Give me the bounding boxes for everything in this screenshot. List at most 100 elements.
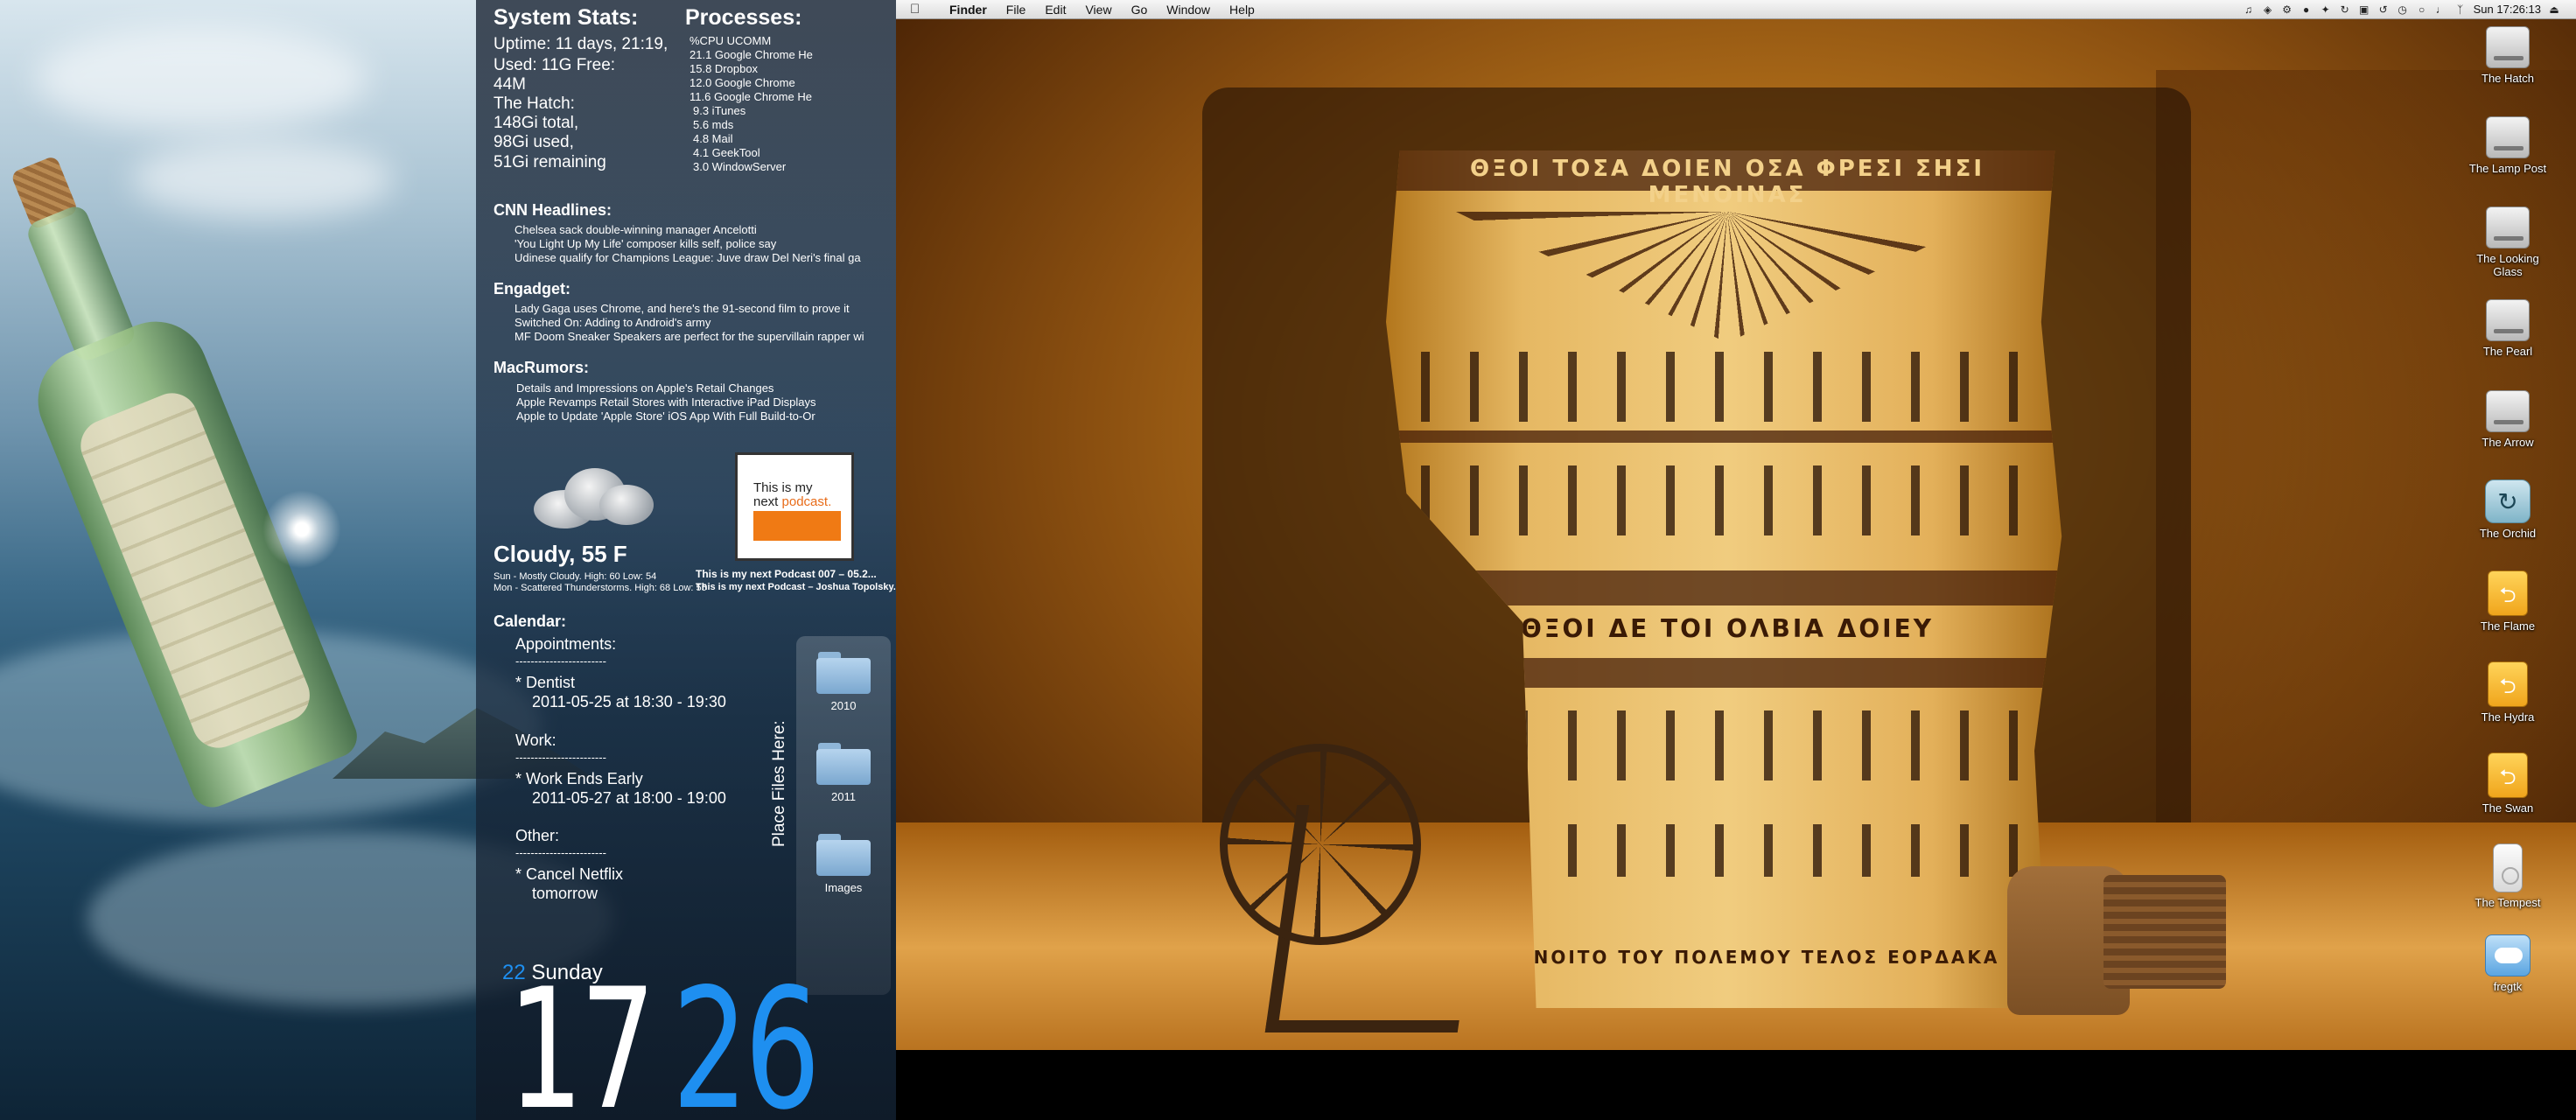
process-line: 3.0 WindowServer [693,160,787,173]
podcast-artwork[interactable]: This is my next podcast. [735,452,854,561]
usb-drive-icon [2488,570,2528,616]
desktop-icon-label: The Hydra [2481,710,2535,724]
egyptian-tapestry-wallpaper: ΘΞΟΙ ΤΟΣΑ ΔΟΙΕΝ ΟΣΑ ΦΡΕΣΙ ΣΗΣΙ ΜΕΝΟΙΝΑΣ … [896,18,2576,1050]
desktop-icon-the-looking-glass[interactable]: The Looking Glass [2462,206,2553,278]
engadget-headline[interactable]: Switched On: Adding to Android's army [514,316,710,330]
timemachine-icon[interactable]: ↺ [2377,4,2390,16]
tapestry-figures [1421,466,2034,536]
dropbox-icon[interactable]: ◈ [2262,4,2274,16]
folder-icon [816,743,871,785]
calendar-title: Calendar: [494,612,567,630]
woven-basket [2104,875,2226,989]
light-glint [262,490,341,569]
desktop-icon-the-lamp-post[interactable]: The Lamp Post [2462,116,2553,175]
engadget-headline[interactable]: MF Doom Sneaker Speakers are perfect for… [514,330,894,344]
system-stats-title: System Stats: [494,5,639,30]
menu-finder[interactable]: Finder [940,3,997,17]
calendar-event: * Cancel Netflix [515,865,624,883]
menubar-clock[interactable]: Sun 17:26:13 [2474,3,2541,16]
podcast-subtitle: This is my next Podcast – Joshua Topolsk… [696,582,896,592]
system-stats-line: 98Gi used, [494,133,574,151]
macrumors-headline[interactable]: Apple to Update 'Apple Store' iOS App Wi… [516,410,816,424]
processes-title: Processes: [685,5,802,30]
engadget-title: Engadget: [494,280,570,298]
engadget-headline[interactable]: Lady Gaga uses Chrome, and here's the 91… [514,302,850,316]
drop-shelf[interactable]: 2010 2011 Images [796,636,891,995]
time-machine-drive-icon [2485,480,2530,523]
desktop-icon-the-tempest[interactable]: The Tempest [2462,844,2553,909]
system-stats-line: Used: 11G Free: [494,56,616,74]
desktop-icon-the-arrow[interactable]: The Arrow [2462,390,2553,449]
display-icon[interactable]: ▣ [2358,4,2370,16]
folder-label: Images [824,881,863,894]
usb-drive-icon [2488,752,2528,798]
tapestry-inscription-top: ΘΞΟΙ ΤΟΣΑ ΔΟΙΕΝ ΟΣΑ ΦΡΕΣΙ ΣΗΣΙ ΜΕΝΟΙΝΑΣ [1470,156,1984,208]
menu-help[interactable]: Help [1220,3,1264,17]
hard-drive-icon [2486,206,2530,248]
cnn-headlines-title: CNN Headlines: [494,201,612,219]
menu-edit[interactable]: Edit [1035,3,1075,17]
desktop-icon-the-hydra[interactable]: The Hydra [2462,662,2553,724]
calendar-event-time: 2011-05-25 at 18:30 - 19:30 [532,693,726,710]
weather-forecast: Mon - Scattered Thunderstorms. High: 68 … [494,583,707,593]
cnn-headline[interactable]: 'You Light Up My Life' composer kills se… [514,237,776,251]
calendar-section-label: Other: [515,827,560,844]
menu-window[interactable]: Window [1157,3,1220,17]
system-stats-line: The Hatch: [494,94,575,113]
folder-2010[interactable]: 2010 [796,652,891,712]
volume-icon[interactable]: ♩ [2435,4,2447,16]
tapestry-band [1386,430,2062,443]
desktop-icon-the-pearl[interactable]: The Pearl [2462,299,2553,358]
menu-extras: ♫ ◈ ⚙ ● ✦ ↻ ▣ ↺ ◷ ○ ♩ ᛉ Sun 17:26:13 ⏏ [2243,3,2560,16]
menu-go[interactable]: Go [1122,3,1158,17]
folder-label: 2011 [831,790,856,803]
chat-icon[interactable]: ○ [2416,4,2428,16]
clock-icon[interactable]: ◷ [2397,4,2409,16]
desktop-icon-the-swan[interactable]: The Swan [2462,752,2553,815]
process-line: 11.6 Google Chrome He [690,90,812,103]
eject-icon[interactable]: ⏏ [2548,4,2560,16]
process-line: 21.1 Google Chrome He [690,48,813,61]
sync-icon[interactable]: ↻ [2339,4,2351,16]
process-line: 9.3 iTunes [693,104,746,117]
cnn-headline[interactable]: Udinese qualify for Champions League: Ju… [514,251,894,265]
desktop-icon-label: The Flame [2480,620,2536,633]
left-monitor: System Stats: Uptime: 11 days, 21:19, Us… [0,0,896,1120]
menu-file[interactable]: File [997,3,1036,17]
process-line: 12.0 Google Chrome [690,76,795,89]
desktop-icon-label: The Looking Glass [2476,252,2539,278]
macrumors-headline[interactable]: Details and Impressions on Apple's Retai… [516,382,774,396]
calendar-section-label: Appointments: [515,635,617,653]
podcast-artwork-text: This is my next podcast. [753,481,831,509]
desktop-icon-fregtk[interactable]: fregtk [2462,934,2553,993]
calendar-event-time: 2011-05-27 at 18:00 - 19:00 [532,789,726,807]
winged-sun-rays [1456,212,1998,343]
desktop-icon-the-orchid[interactable]: The Orchid [2462,480,2553,540]
macrumors-headline[interactable]: Apple Revamps Retail Stores with Interac… [516,396,816,410]
desktop-icon-the-flame[interactable]: The Flame [2462,570,2553,633]
folder-images[interactable]: Images [796,834,891,894]
calendar-event: * Dentist [515,674,576,691]
system-stats-line: 148Gi total, [494,114,579,132]
cnn-headline[interactable]: Chelsea sack double-winning manager Ance… [514,223,757,237]
hard-drive-icon [2486,26,2530,68]
apple-menu-icon[interactable]:  [910,2,920,17]
music-note-icon[interactable]: ♫ [2243,4,2255,16]
menu-view[interactable]: View [1075,3,1121,17]
desktop-icon-label: The Lamp Post [2468,162,2547,175]
folder-icon [816,652,871,694]
cloud-icon [525,464,656,534]
folder-label: 2010 [830,699,857,712]
right-monitor: ΘΞΟΙ ΤΟΣΑ ΔΟΙΕΝ ΟΣΑ ΦΡΕΣΙ ΣΗΣΙ ΜΕΝΟΙΝΑΣ … [896,0,2576,1120]
folder-2011[interactable]: 2011 [796,743,891,803]
dual-monitor-desktop: System Stats: Uptime: 11 days, 21:19, Us… [0,0,2576,1120]
podcast-art-line: next [753,494,782,509]
calendar-event: * Work Ends Early [515,770,643,788]
gear-icon[interactable]: ⚙ [2281,4,2293,16]
podcast-art-bar [753,511,841,541]
desktop-icon-the-hatch[interactable]: The Hatch [2462,26,2553,85]
calendar-divider: ------------------------ [515,654,606,668]
twitter-icon[interactable]: ✦ [2320,4,2332,16]
growl-icon[interactable]: ● [2300,4,2313,16]
bluetooth-icon[interactable]: ᛉ [2454,4,2467,16]
